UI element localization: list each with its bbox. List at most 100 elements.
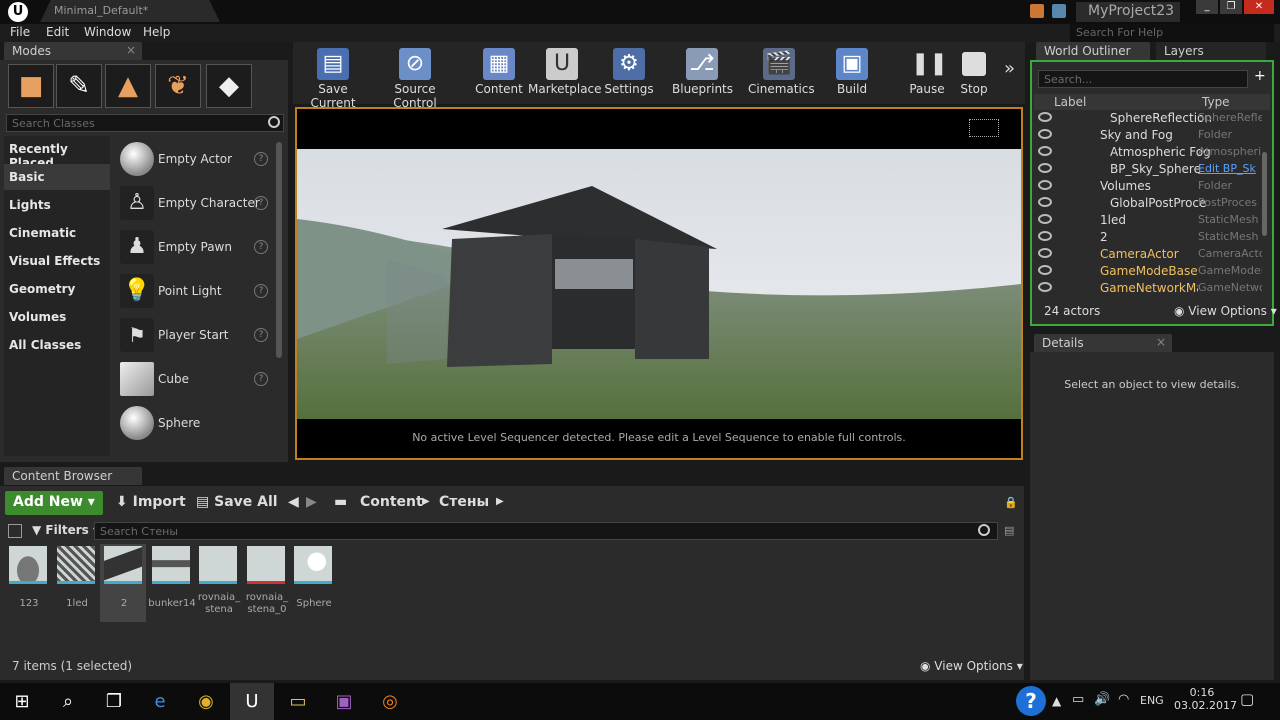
place-item-player-start[interactable]: ⚑ Player Start ? <box>114 316 274 358</box>
outliner-row[interactable]: SphereReflection SphereRefle <box>1034 110 1270 127</box>
filters-button[interactable]: ▼ Filters ▾ <box>32 523 99 537</box>
menu-file[interactable]: File <box>10 25 30 39</box>
geometry-mode-icon[interactable]: ◆ <box>206 64 252 108</box>
breadcrumb-content[interactable]: Content <box>360 494 423 510</box>
pause-button[interactable]: ❚❚ Pause <box>906 44 948 100</box>
viewport-layout-icon[interactable] <box>969 119 999 137</box>
asset-search-input[interactable]: Search Стены <box>94 522 998 540</box>
content-view-options[interactable]: ◉ View Options ▾ <box>920 659 1023 673</box>
outliner-row[interactable]: BP_Sky_Sphere Edit BP_Sk <box>1034 161 1270 178</box>
feedback-icon[interactable] <box>1052 4 1066 18</box>
outliner-search-input[interactable]: Search... <box>1038 70 1248 88</box>
category-geometry[interactable]: Geometry <box>4 276 110 302</box>
eye-icon[interactable] <box>1038 146 1052 156</box>
outliner-scrollbar[interactable] <box>1262 152 1267 236</box>
place-item-empty-actor[interactable]: Empty Actor ? <box>114 140 274 182</box>
document-tab[interactable]: Minimal_Default* <box>40 0 220 22</box>
category-all-classes[interactable]: All Classes <box>4 332 110 358</box>
outliner-row[interactable]: GlobalPostProce PostProces <box>1034 195 1270 212</box>
search-classes-input[interactable]: Search Classes <box>6 114 284 132</box>
save-search-icon[interactable]: ▤ <box>1004 524 1014 537</box>
asset-tile[interactable]: bunker14 <box>148 546 196 610</box>
file-explorer-icon[interactable]: ▭ <box>276 683 320 720</box>
eye-icon[interactable] <box>1038 214 1052 224</box>
add-filter-icon[interactable]: + <box>1254 68 1270 84</box>
unreal-editor-taskbar-icon[interactable]: U <box>230 683 274 720</box>
blueprints-button[interactable]: ⎇ Blueprints <box>672 44 733 100</box>
outliner-row[interactable]: Volumes Folder <box>1034 178 1270 195</box>
help-icon[interactable]: ? <box>254 152 268 166</box>
paint-mode-icon[interactable]: ✎ <box>56 64 102 108</box>
edge-browser-icon[interactable]: e <box>138 683 182 720</box>
back-arrow-icon[interactable]: ◀ <box>288 494 299 510</box>
tab-modes[interactable]: Modes × <box>4 42 142 60</box>
landscape-mode-icon[interactable]: ▲ <box>105 64 151 108</box>
outliner-row[interactable]: Atmospheric Fog Atmospheri <box>1034 144 1270 161</box>
place-item-point-light[interactable]: 💡 Point Light ? <box>114 272 274 314</box>
toolbar-overflow-icon[interactable]: » <box>1004 58 1015 79</box>
tab-content-browser[interactable]: Content Browser <box>4 467 142 485</box>
volume-icon[interactable]: 🔊 <box>1094 692 1110 707</box>
asset-tile[interactable]: rovnaia_ stena <box>198 546 240 616</box>
stop-button[interactable]: Stop <box>954 44 994 100</box>
sources-toggle-icon[interactable] <box>8 524 22 538</box>
outliner-row[interactable]: 1led StaticMesh <box>1034 212 1270 229</box>
search-icon[interactable]: ⌕ <box>46 683 90 720</box>
save-current-button[interactable]: ▤ Save Current <box>298 44 368 110</box>
tab-layers[interactable]: Layers <box>1156 42 1266 60</box>
eye-icon[interactable] <box>1038 282 1052 292</box>
help-icon[interactable]: ? <box>1016 686 1046 716</box>
outliner-row[interactable]: GameNetworkMana GameNetwo <box>1034 280 1270 297</box>
help-icon[interactable]: ? <box>254 328 268 342</box>
marketplace-button[interactable]: U Marketplace <box>528 44 602 100</box>
edit-blueprint-link[interactable]: Edit BP_Sk <box>1198 162 1262 175</box>
chrome-icon[interactable]: ◉ <box>184 683 228 720</box>
place-mode-icon[interactable]: ■ <box>8 64 54 108</box>
battery-icon[interactable]: ▭ <box>1072 692 1084 707</box>
forward-arrow-icon[interactable]: ▶ <box>306 494 317 510</box>
help-icon[interactable]: ? <box>254 284 268 298</box>
language-indicator[interactable]: ENG <box>1140 694 1164 707</box>
outliner-view-options[interactable]: ◉ View Options ▾ <box>1174 304 1277 318</box>
import-button[interactable]: ⬇ Import <box>116 494 186 510</box>
task-view-icon[interactable]: ❐ <box>92 683 136 720</box>
close-icon[interactable]: × <box>126 43 136 57</box>
col-label[interactable]: Label <box>1054 95 1086 109</box>
settings-button[interactable]: ⚙ Settings <box>604 44 654 100</box>
minimize-button[interactable]: _ <box>1196 0 1218 14</box>
outliner-row[interactable]: CameraActor CameraActo <box>1034 246 1270 263</box>
category-basic[interactable]: Basic <box>4 164 110 190</box>
maximize-button[interactable]: ❐ <box>1220 0 1242 14</box>
windows-start-icon[interactable]: ⊞ <box>0 683 44 720</box>
place-item-empty-character[interactable]: ♙ Empty Character ? <box>114 184 274 226</box>
eye-icon[interactable] <box>1038 129 1052 139</box>
help-icon[interactable]: ? <box>254 196 268 210</box>
save-all-button[interactable]: ▤ Save All <box>196 494 278 510</box>
category-recently-placed[interactable]: Recently Placed <box>4 136 110 170</box>
tray-up-arrow-icon[interactable]: ▲ <box>1052 694 1061 708</box>
clock[interactable]: 0:16 03.02.2017 <box>1174 686 1237 712</box>
col-type[interactable]: Type <box>1202 95 1230 109</box>
menu-window[interactable]: Window <box>84 25 131 39</box>
content-button[interactable]: ▦ Content <box>472 44 526 100</box>
place-item-empty-pawn[interactable]: ♟ Empty Pawn ? <box>114 228 274 270</box>
app-icon[interactable]: ▣ <box>322 683 366 720</box>
build-button[interactable]: ▣ Build <box>830 44 874 100</box>
close-icon[interactable]: × <box>1156 335 1166 349</box>
outliner-row[interactable]: GameModeBase GameModeB <box>1034 263 1270 280</box>
menu-edit[interactable]: Edit <box>46 25 69 39</box>
place-item-cube[interactable]: Cube ? <box>114 360 274 402</box>
level-viewport[interactable]: No active Level Sequencer detected. Plea… <box>295 107 1023 460</box>
search-help-input[interactable]: Search For Help <box>1070 24 1274 42</box>
eye-icon[interactable] <box>1038 248 1052 258</box>
breadcrumb-folder[interactable]: Стены <box>439 494 489 510</box>
asset-tile[interactable]: rovnaia_ stena_0 <box>246 546 288 616</box>
asset-tile[interactable]: 123 <box>9 546 49 610</box>
help-icon[interactable]: ? <box>254 372 268 386</box>
foliage-mode-icon[interactable]: ❦ <box>155 64 201 108</box>
asset-tile[interactable]: Sphere <box>294 546 334 610</box>
eye-icon[interactable] <box>1038 197 1052 207</box>
asset-tile[interactable]: 1led <box>57 546 97 610</box>
eye-icon[interactable] <box>1038 231 1052 241</box>
menu-help[interactable]: Help <box>143 25 170 39</box>
